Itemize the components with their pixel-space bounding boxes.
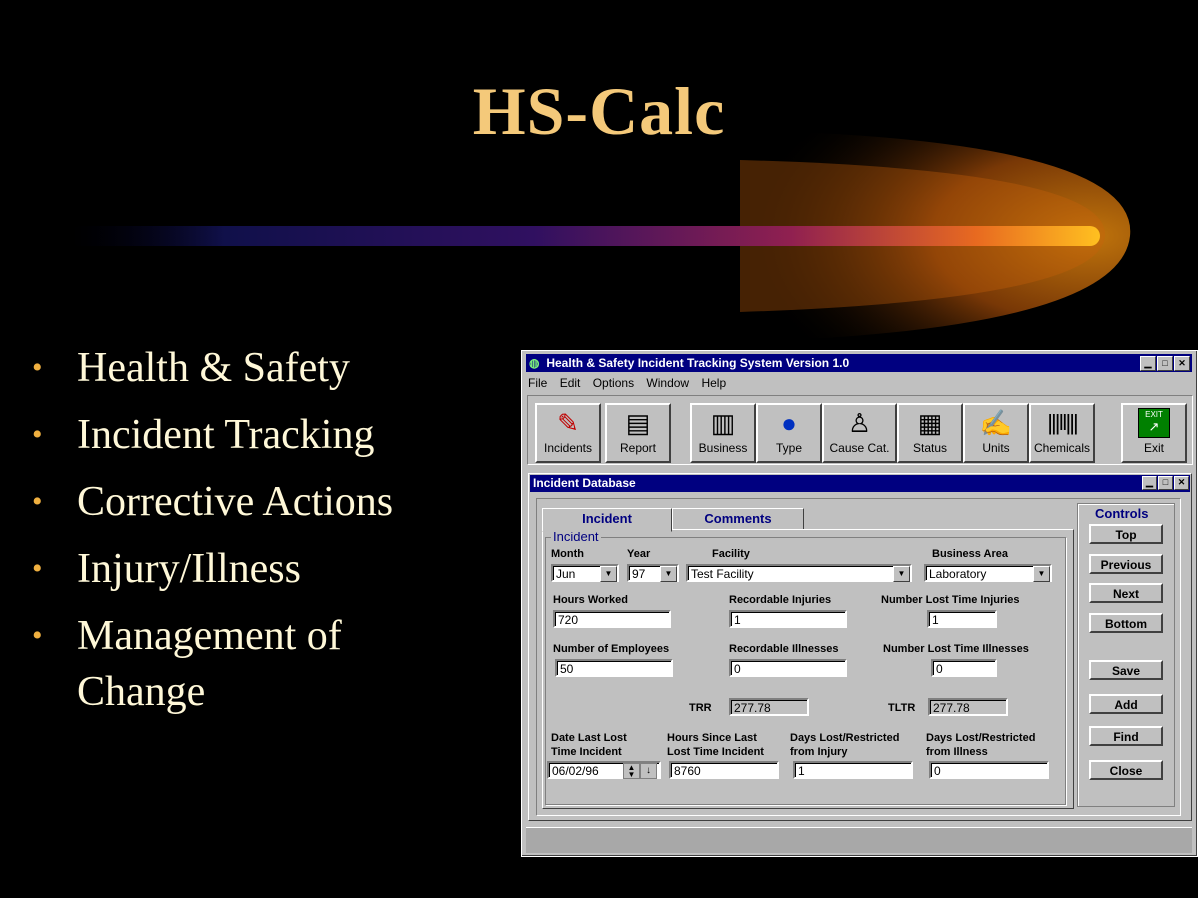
menu-help[interactable]: Help: [701, 376, 726, 390]
incidents-icon: ✎: [557, 407, 579, 438]
report-icon: ▤: [625, 407, 651, 438]
chemicals-button[interactable]: |||‖||| Chemicals: [1029, 403, 1095, 463]
recordable-illnesses-input[interactable]: 0: [729, 659, 847, 677]
business-icon: ▥: [710, 407, 736, 438]
controls-title: Controls: [1095, 506, 1149, 521]
child-close-button[interactable]: ✕: [1174, 476, 1189, 490]
bullet-dot-icon: •: [32, 351, 43, 384]
incident-tab-page: Incident Month Jun ▼ Year 97 ▼ Facility Te…: [542, 529, 1074, 809]
report-button[interactable]: ▤ Report: [605, 403, 671, 463]
status-bar: [526, 827, 1192, 853]
days-lost-injury-input[interactable]: 1: [793, 761, 913, 779]
month-select[interactable]: Jun ▼: [551, 564, 619, 582]
comet-graphic: [70, 130, 1131, 342]
facility-select[interactable]: Test Facility ▼: [686, 564, 912, 582]
menu-file[interactable]: File: [528, 376, 547, 390]
chevron-down-icon: ▼: [893, 566, 910, 582]
maximize-button[interactable]: □: [1157, 356, 1173, 371]
menu-window[interactable]: Window: [646, 376, 689, 390]
find-button[interactable]: Find: [1089, 726, 1163, 746]
type-button[interactable]: ● Type: [756, 403, 822, 463]
employees-input[interactable]: 50: [555, 659, 673, 677]
previous-button[interactable]: Previous: [1089, 554, 1163, 574]
add-button[interactable]: Add: [1089, 694, 1163, 714]
days-lost-illness-input[interactable]: 0: [929, 761, 1049, 779]
app-globe-icon: ◍: [529, 356, 540, 370]
top-button[interactable]: Top: [1089, 524, 1163, 544]
next-button[interactable]: Next: [1089, 583, 1163, 603]
incident-group: Incident Month Jun ▼ Year 97 ▼ Facility Te…: [545, 529, 1066, 805]
bullet-list: • Health & Safety • Incident Tracking • Cor…: [30, 340, 497, 731]
person-icon: ♙: [847, 407, 872, 438]
hours-since-input[interactable]: 8760: [669, 761, 779, 779]
bullet-dot-icon: •: [32, 619, 43, 652]
chevron-down-icon: ▼: [660, 566, 677, 582]
exit-icon: EXIT ↗: [1138, 408, 1170, 438]
chevron-down-icon: ▼: [600, 566, 617, 582]
dropdown-arrow-icon[interactable]: ↓: [640, 763, 657, 779]
incidents-button[interactable]: ✎ Incidents: [535, 403, 601, 463]
tab-incident[interactable]: Incident: [542, 508, 672, 532]
app-window: ◍ Health & Safety Incident Tracking Syst…: [521, 350, 1198, 857]
close-form-button[interactable]: Close: [1089, 760, 1163, 780]
controls-group: Controls Top Previous Next Bottom Save A…: [1077, 503, 1175, 807]
form-panel: Incident Comments Incident Month Jun ▼ Ye…: [536, 498, 1181, 816]
bullet-item: • Incident Tracking: [30, 407, 497, 463]
hours-worked-input[interactable]: 720: [553, 610, 671, 628]
lost-time-illnesses-input[interactable]: 0: [931, 659, 997, 677]
tab-comments[interactable]: Comments: [672, 508, 804, 530]
child-title: Incident Database: [533, 476, 636, 490]
business-area-select[interactable]: Laboratory ▼: [924, 564, 1052, 582]
window-title: Health & Safety Incident Tracking System…: [546, 356, 850, 370]
lost-time-injuries-input[interactable]: 1: [927, 610, 997, 628]
trr-value: 277.78: [729, 698, 809, 716]
slide-title: HS-Calc: [472, 73, 726, 149]
date-last-lost-input[interactable]: 06/02/96 ▲ ▼ ↓: [547, 761, 661, 779]
bullet-dot-icon: •: [32, 485, 43, 518]
tltr-value: 277.78: [928, 698, 1008, 716]
globe-icon: ●: [781, 407, 797, 438]
status-icon: ▦: [917, 407, 943, 438]
recordable-injuries-input[interactable]: 1: [729, 610, 847, 628]
chevron-down-icon: ▼: [1033, 566, 1050, 582]
bullet-dot-icon: •: [32, 552, 43, 585]
menu-bar: File Edit Options Window Help: [528, 376, 735, 390]
bullet-item: • Health & Safety: [30, 340, 497, 396]
save-button[interactable]: Save: [1089, 660, 1163, 680]
toolbar: ✎ Incidents ▤ Report ▥ Business ● Type ♙ Caus…: [527, 395, 1193, 465]
menu-edit[interactable]: Edit: [560, 376, 581, 390]
close-button[interactable]: ✕: [1174, 356, 1190, 371]
cause-cat-button[interactable]: ♙ Cause Cat.: [822, 403, 897, 463]
barcode-icon: |||‖|||: [1047, 410, 1078, 435]
bullet-item: • Corrective Actions: [30, 474, 497, 530]
bullet-item: • Injury/Illness: [30, 541, 497, 597]
child-titlebar[interactable]: Incident Database ▁ □ ✕: [530, 475, 1190, 492]
bullet-item: • Management of Change: [30, 608, 437, 720]
year-select[interactable]: 97 ▼: [627, 564, 679, 582]
bottom-button[interactable]: Bottom: [1089, 613, 1163, 633]
status-button[interactable]: ▦ Status: [897, 403, 963, 463]
units-icon: ✍: [979, 407, 1013, 438]
bullet-dot-icon: •: [32, 418, 43, 451]
window-titlebar[interactable]: ◍ Health & Safety Incident Tracking Syst…: [526, 354, 1192, 372]
child-maximize-button[interactable]: □: [1158, 476, 1173, 490]
menu-options[interactable]: Options: [593, 376, 634, 390]
spin-updown-icon[interactable]: ▲ ▼: [623, 763, 640, 779]
child-minimize-button[interactable]: ▁: [1142, 476, 1157, 490]
incident-database-window: Incident Database ▁ □ ✕ Incident Comments …: [528, 473, 1192, 821]
business-button[interactable]: ▥ Business: [690, 403, 756, 463]
exit-button[interactable]: EXIT ↗ Exit: [1121, 403, 1187, 463]
minimize-button[interactable]: ▁: [1140, 356, 1156, 371]
units-button[interactable]: ✍ Units: [963, 403, 1029, 463]
